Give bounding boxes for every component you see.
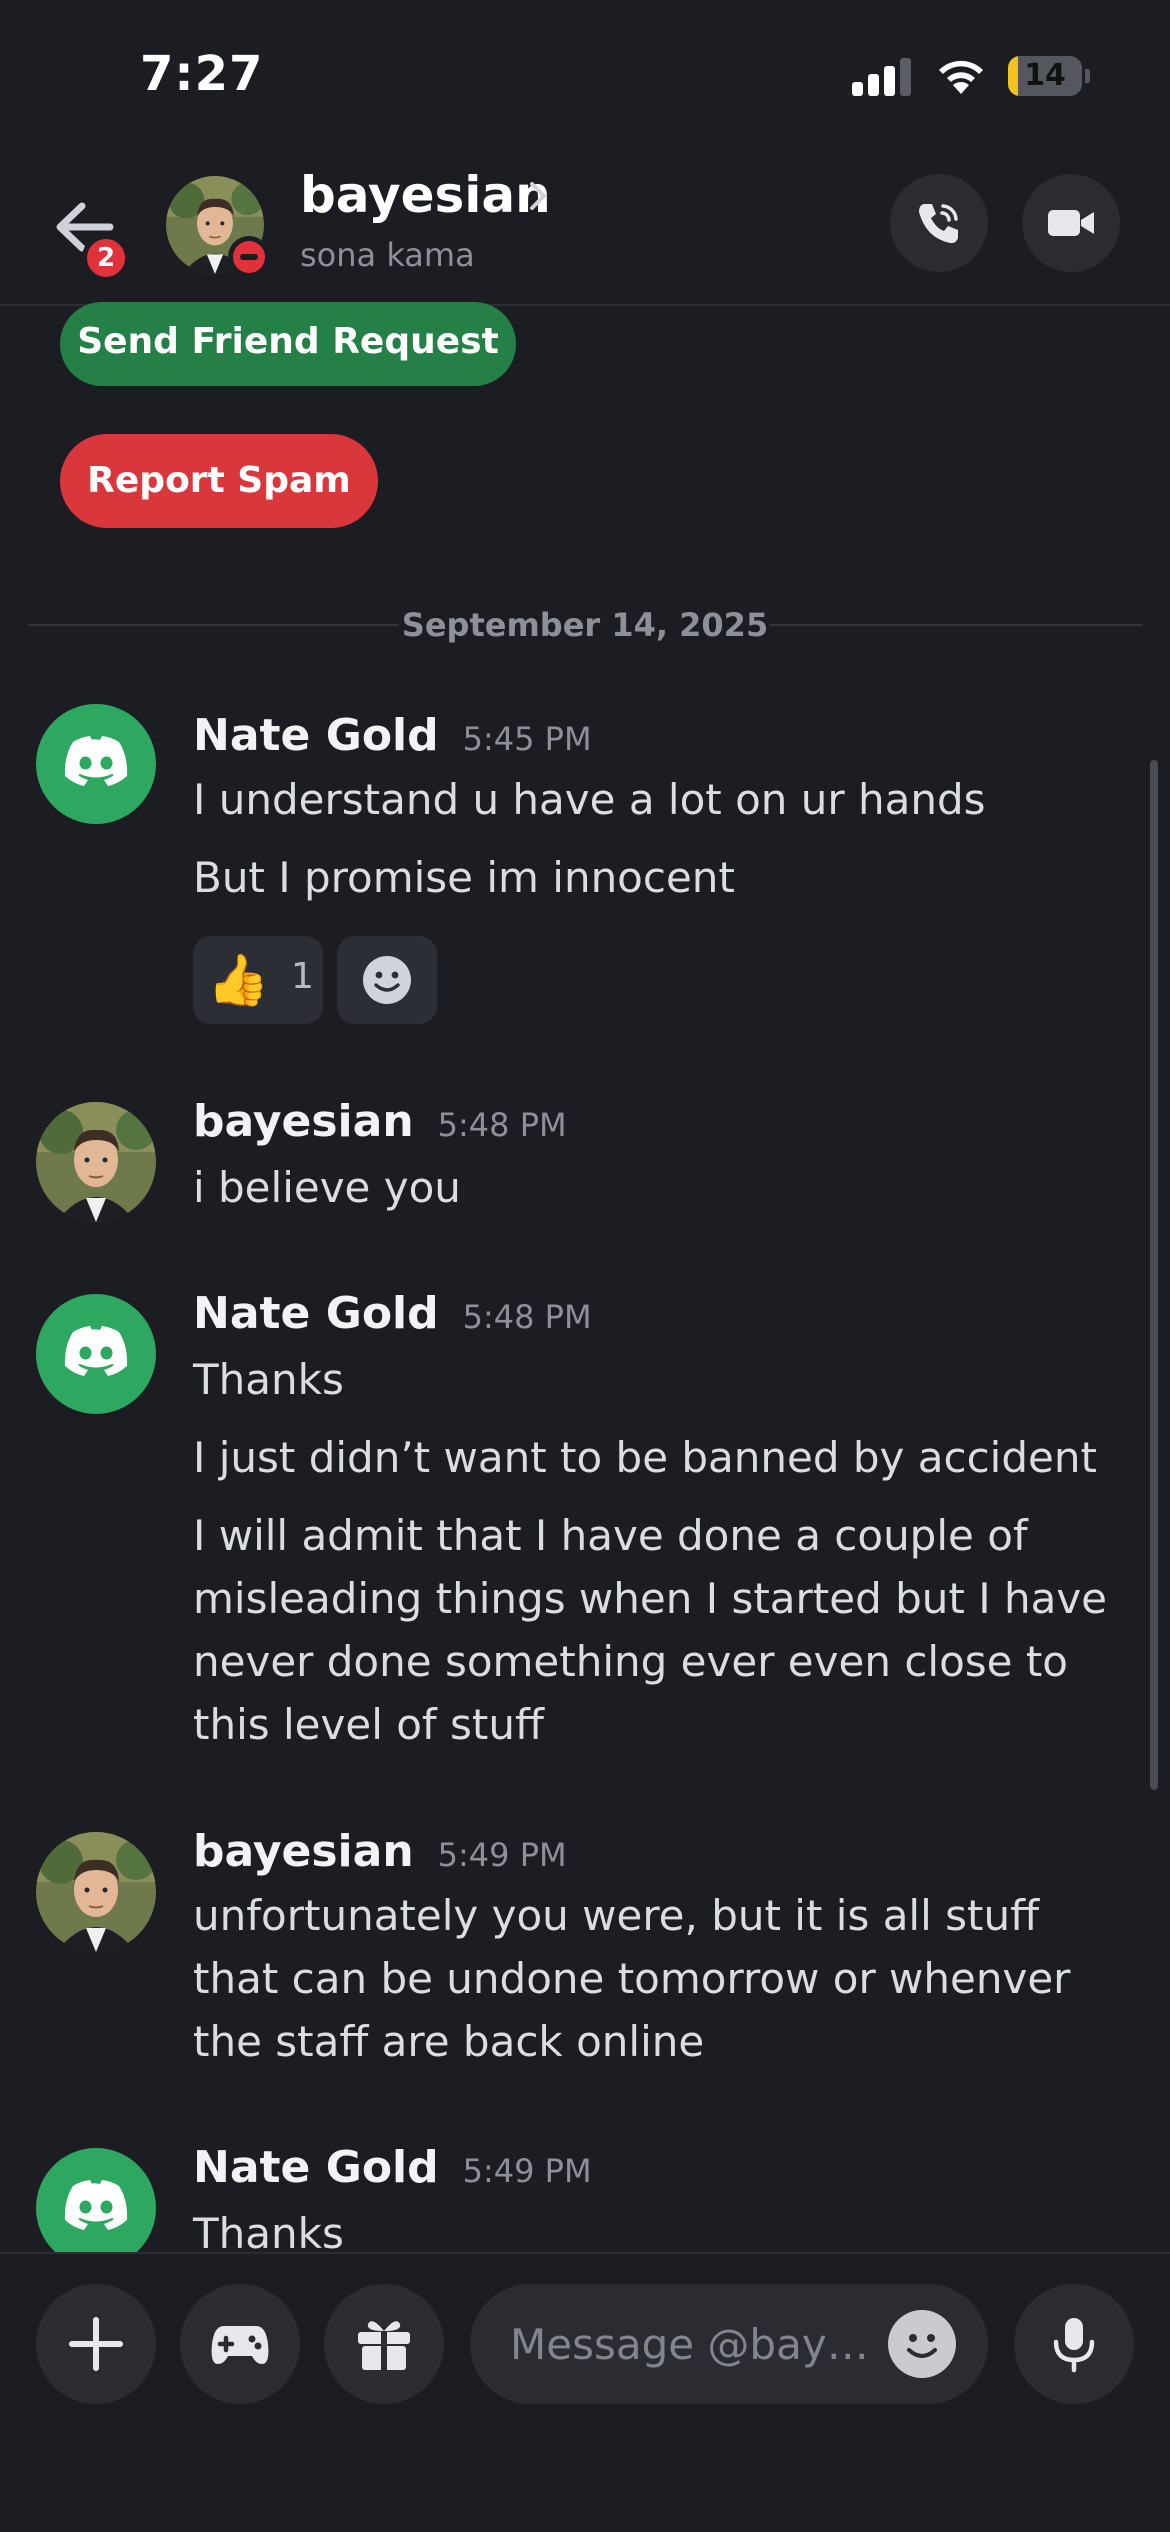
- status-time: 7:27: [140, 46, 264, 102]
- message-author[interactable]: bayesian: [193, 1826, 414, 1877]
- message-timestamp: 5:49 PM: [462, 2152, 592, 2190]
- message-header: Nate Gold 5:49 PM: [193, 2142, 592, 2198]
- avatar[interactable]: [36, 1294, 156, 1414]
- message-timestamp: 5:48 PM: [462, 1298, 592, 1336]
- message-header: bayesian 5:48 PM: [193, 1096, 567, 1152]
- status-bar: 7:27 14: [0, 0, 1170, 150]
- voice-message-button[interactable]: [1014, 2284, 1134, 2404]
- cellular-signal-icon: [852, 58, 912, 96]
- date-divider: September 14, 2025: [28, 600, 1142, 650]
- emoji-icon: [907, 2334, 937, 2358]
- message-text: unfortunately you were, but it is all st…: [193, 1891, 1071, 2066]
- activities-button[interactable]: [180, 2284, 300, 2404]
- plus-icon: [69, 2317, 123, 2371]
- dm-recipient-subtitle: sona kama: [300, 236, 475, 274]
- add-reaction-icon: [363, 956, 411, 1004]
- avatar[interactable]: [36, 2148, 156, 2268]
- avatar[interactable]: [36, 1832, 156, 1952]
- gamepad-icon: [211, 2326, 269, 2364]
- avatar[interactable]: [36, 704, 156, 824]
- dnd-status-icon: [228, 236, 270, 278]
- message-input[interactable]: Message @baye…: [470, 2284, 988, 2404]
- add-reaction-button[interactable]: [337, 936, 437, 1024]
- wifi-icon: [939, 60, 983, 94]
- message-author[interactable]: bayesian: [193, 1096, 414, 1147]
- message-input-placeholder: Message @baye…: [510, 2320, 870, 2369]
- scrollbar[interactable]: [1150, 760, 1158, 1790]
- dm-header: 2 bayesian sona kama: [0, 150, 1170, 306]
- battery-icon: 14: [1008, 56, 1090, 96]
- message-author[interactable]: Nate Gold: [193, 2142, 439, 2193]
- message-header: Nate Gold 5:48 PM: [193, 1288, 592, 1344]
- video-camera-icon: [1048, 210, 1094, 236]
- message-text: I will admit that I have done a couple o…: [193, 1511, 1108, 1749]
- gift-button[interactable]: [324, 2284, 444, 2404]
- message-text: I just didn’t want to be banned by accid…: [193, 1433, 1097, 1482]
- video-call-button[interactable]: [1022, 174, 1120, 272]
- message-author[interactable]: Nate Gold: [193, 710, 439, 761]
- message-text: i believe you: [193, 1163, 461, 1212]
- message-timestamp: 5:49 PM: [437, 1836, 567, 1874]
- reaction-thumbs-up[interactable]: 👍 1: [193, 936, 323, 1024]
- emoji-picker-button[interactable]: [888, 2310, 956, 2378]
- unread-badge: 2: [82, 234, 130, 282]
- battery-level: 14: [1024, 58, 1066, 93]
- message-text: But I promise im innocent: [193, 853, 735, 902]
- discord-logo-icon: [64, 2180, 128, 2230]
- message-composer: Message @baye…: [0, 2252, 1170, 2532]
- send-friend-request-button[interactable]: Send Friend Request: [60, 302, 516, 386]
- attach-button[interactable]: [36, 2284, 156, 2404]
- message-text: Thanks: [193, 1355, 344, 1404]
- message-header: bayesian 5:49 PM: [193, 1826, 567, 1882]
- date-divider-label: September 14, 2025: [401, 606, 769, 644]
- message-header: Nate Gold 5:45 PM: [193, 710, 592, 766]
- avatar[interactable]: [36, 1102, 156, 1222]
- message-timestamp: 5:48 PM: [437, 1106, 567, 1144]
- message-text: I understand u have a lot on ur hands: [193, 775, 986, 824]
- dm-recipient-name[interactable]: bayesian: [300, 166, 551, 224]
- thumbs-up-emoji: 👍: [207, 951, 270, 1009]
- microphone-icon: [1053, 2318, 1095, 2373]
- report-spam-button[interactable]: Report Spam: [60, 434, 378, 528]
- gift-icon: [358, 2321, 410, 2370]
- voice-call-button[interactable]: [890, 174, 988, 272]
- chevron-right-icon[interactable]: [524, 176, 554, 216]
- message-timestamp: 5:45 PM: [462, 720, 592, 758]
- discord-logo-icon: [64, 736, 128, 786]
- message-author[interactable]: Nate Gold: [193, 1288, 439, 1339]
- discord-logo-icon: [64, 1326, 128, 1376]
- phone-call-icon: [919, 204, 958, 244]
- reaction-count: 1: [291, 956, 314, 997]
